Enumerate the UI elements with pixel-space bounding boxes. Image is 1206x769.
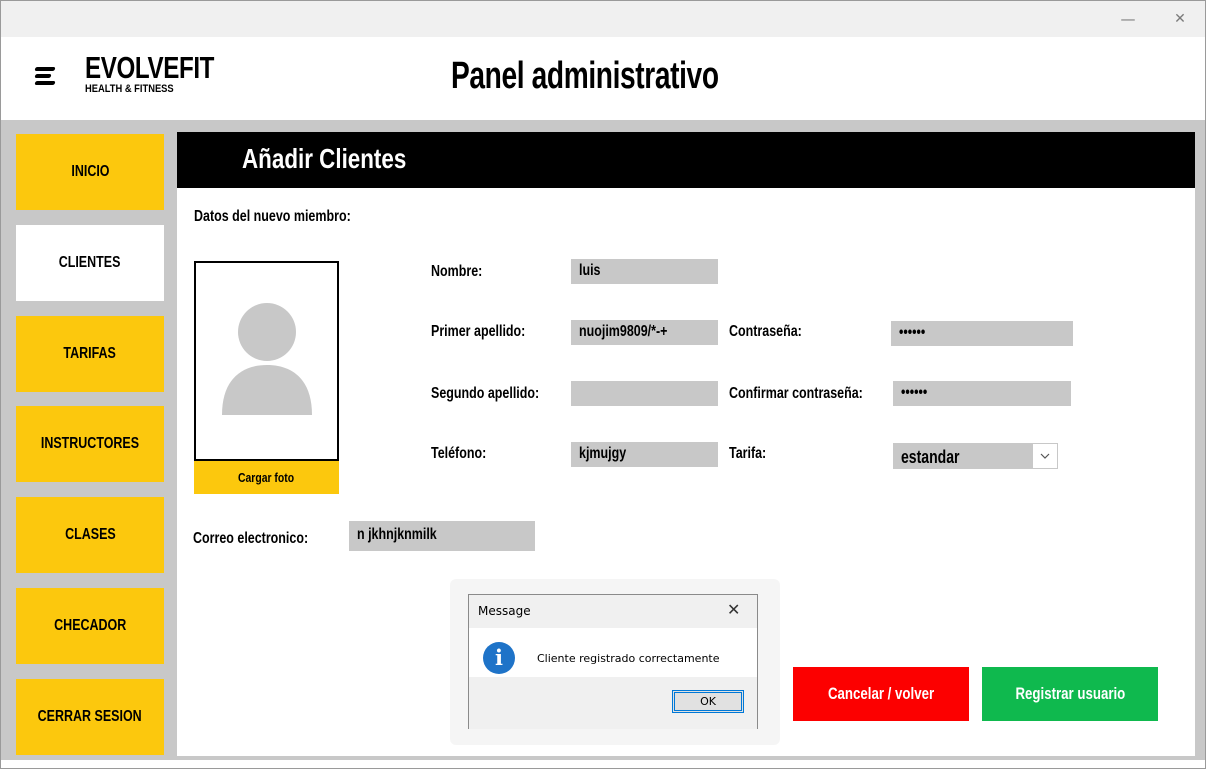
tarifa-value: estandar <box>901 447 960 467</box>
sidebar-item-label: INICIO <box>70 163 110 180</box>
photo-frame <box>194 261 339 461</box>
register-label: Registrar usuario <box>1015 684 1125 703</box>
section-header: Añadir Clientes <box>177 132 1195 188</box>
info-icon: i <box>483 642 515 674</box>
close-window-button[interactable]: ✕ <box>1165 7 1195 31</box>
sidebar-item-label: CERRAR SESION <box>37 708 143 725</box>
section-title: Añadir Clientes <box>242 143 407 174</box>
tarifa-select[interactable]: estandar <box>893 443 1058 469</box>
sidebar-item-checador[interactable]: CHECADOR <box>16 588 164 664</box>
chevron-down-icon[interactable] <box>1032 443 1058 469</box>
primer-apellido-value: nuojim9809/*-+ <box>579 323 668 340</box>
ok-button[interactable]: OK <box>672 690 744 713</box>
sidebar-item-label: INSTRUCTORES <box>40 435 140 452</box>
dialog-close-button[interactable]: ✕ <box>727 600 740 619</box>
minimize-button[interactable]: — <box>1113 7 1143 31</box>
brand-logo: EVOLVEFIT HEALTH & FITNESS <box>85 52 250 95</box>
telefono-field[interactable]: kjmujgy <box>571 442 718 467</box>
upload-photo-button[interactable]: Cargar foto <box>194 461 339 494</box>
dialog-message: Cliente registrado correctamente <box>537 652 720 665</box>
confirmar-contrasena-label: Confirmar contraseña: <box>729 385 863 402</box>
brand-name: EVOLVEFIT <box>85 50 215 85</box>
contrasena-field[interactable]: •••••• <box>891 321 1073 346</box>
cancel-button[interactable]: Cancelar / volver <box>793 667 969 721</box>
sidebar-item-label: CHECADOR <box>53 617 127 634</box>
user-placeholder-icon <box>222 303 312 415</box>
sidebar-item-label: CLIENTES <box>59 254 121 271</box>
tarifa-label: Tarifa: <box>729 445 767 462</box>
dialog-title: Message <box>478 604 531 618</box>
form-subtitle: Datos del nuevo miembro: <box>194 208 351 225</box>
upload-photo-label: Cargar foto <box>238 470 295 485</box>
brand-tagline: HEALTH & FITNESS <box>85 83 174 95</box>
sidebar-item-instructores[interactable]: INSTRUCTORES <box>16 406 164 482</box>
sidebar-item-label: TARIFAS <box>63 345 117 362</box>
primer-apellido-field[interactable]: nuojim9809/*-+ <box>571 320 718 345</box>
page-title: Panel administrativo <box>451 55 719 97</box>
segundo-apellido-label: Segundo apellido: <box>431 385 540 402</box>
sidebar-item-inicio[interactable]: INICIO <box>16 134 164 210</box>
contrasena-label: Contraseña: <box>729 323 802 340</box>
telefono-label: Teléfono: <box>431 445 487 462</box>
correo-label: Correo electronico: <box>193 530 309 547</box>
sidebar-item-clases[interactable]: CLASES <box>16 497 164 573</box>
sidebar-item-cerrar-sesion[interactable]: CERRAR SESION <box>16 679 164 755</box>
app-window: — ✕ EVOLVEFIT HEALTH & FITNESS Panel adm… <box>0 0 1206 769</box>
nombre-label: Nombre: <box>431 263 483 280</box>
telefono-value: kjmujgy <box>579 445 627 462</box>
segundo-apellido-field[interactable] <box>571 381 718 406</box>
menu-icon[interactable] <box>34 65 57 87</box>
correo-value: n jkhnjknmilk <box>357 526 437 543</box>
confirmar-contrasena-field[interactable]: •••••• <box>893 381 1071 406</box>
contrasena-value: •••••• <box>899 324 926 341</box>
nombre-value: luis <box>579 262 601 279</box>
cancel-label: Cancelar / volver <box>827 684 935 703</box>
nombre-field[interactable]: luis <box>571 259 718 284</box>
primer-apellido-label: Primer apellido: <box>431 323 526 340</box>
confirmar-contrasena-value: •••••• <box>901 384 928 401</box>
register-user-button[interactable]: Registrar usuario <box>982 667 1158 721</box>
message-dialog: Message ✕ i Cliente registrado correctam… <box>468 594 758 729</box>
correo-field[interactable]: n jkhnjknmilk <box>349 521 535 551</box>
sidebar-item-label: CLASES <box>64 526 116 543</box>
sidebar-item-clientes[interactable]: CLIENTES <box>16 225 164 301</box>
app-header: EVOLVEFIT HEALTH & FITNESS Panel adminis… <box>1 37 1205 119</box>
sidebar-item-tarifas[interactable]: TARIFAS <box>16 316 164 392</box>
title-bar: — ✕ <box>1 1 1205 37</box>
